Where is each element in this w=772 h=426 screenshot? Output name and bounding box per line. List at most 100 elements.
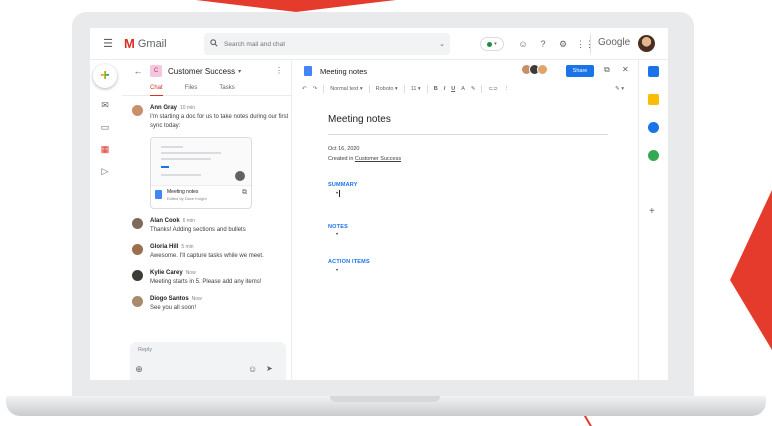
- underline-icon[interactable]: U: [451, 86, 455, 92]
- mail-icon[interactable]: ✉: [98, 100, 112, 112]
- edit-mode-icon[interactable]: ✎ ▾: [615, 86, 624, 92]
- style-select[interactable]: Normal text ▾: [330, 86, 362, 92]
- tab-files[interactable]: Files: [185, 82, 198, 96]
- emoji-icon[interactable]: ☺: [248, 364, 257, 374]
- room-name[interactable]: Customer Success: [168, 67, 235, 76]
- link-icon[interactable]: ⊂⊃: [488, 86, 497, 92]
- meet-icon[interactable]: ▷: [98, 166, 112, 178]
- message-author: Gloria Hill 5 min: [150, 244, 194, 250]
- doc-card-subtitle: Edited by Dave Knight: [167, 196, 207, 201]
- bullet-item: •: [336, 268, 339, 274]
- search-input[interactable]: [224, 40, 434, 48]
- back-arrow-icon[interactable]: ←: [130, 66, 146, 76]
- doc-toolbar: ↶ ↷ Normal text ▾ Roboto ▾ 11 ▾ B I U A …: [292, 82, 638, 96]
- google-logo: Google: [598, 37, 631, 48]
- doc-page[interactable]: Meeting notes Oct 16, 2020 Created in Cu…: [292, 96, 638, 380]
- search-icon[interactable]: [204, 39, 224, 49]
- tab-chat[interactable]: Chat: [150, 82, 163, 96]
- chat-tabs: Chat Files Tasks: [122, 82, 291, 96]
- room-link[interactable]: Customer Success: [355, 156, 401, 162]
- avatar: [537, 64, 548, 75]
- app-name: Gmail: [137, 37, 167, 50]
- collaborator-avatars[interactable]: [521, 64, 548, 75]
- highlight-icon[interactable]: ✎: [471, 86, 476, 92]
- docs-icon: [155, 190, 162, 199]
- left-rail: + ✉ ▭ ▦ ▷: [90, 60, 122, 380]
- add-addon-icon[interactable]: +: [649, 206, 655, 217]
- doc-card-footer: Meeting notes Edited by Dave Knight ⧉: [151, 186, 251, 204]
- doc-title[interactable]: Meeting notes: [320, 67, 367, 76]
- reply-composer[interactable]: Reply ⊕ ☺ ➤: [130, 342, 286, 380]
- share-button[interactable]: Share: [566, 65, 594, 77]
- chat-message: Alan Cook 6 min Thanks! Adding sections a…: [132, 218, 291, 235]
- bold-icon[interactable]: B: [434, 86, 438, 92]
- message-author: Diogo Santos Now: [150, 296, 202, 302]
- page-date: Oct 16, 2020: [328, 146, 360, 152]
- chevron-down-icon[interactable]: ▾: [238, 68, 241, 75]
- font-size-select[interactable]: 11 ▾: [411, 86, 421, 92]
- add-circle-icon[interactable]: ⊕: [134, 364, 144, 374]
- help-icon[interactable]: ?: [536, 37, 550, 51]
- chat-header: ← C Customer Success ▾ ⋮: [122, 60, 291, 82]
- bullet-item: •: [336, 232, 339, 238]
- compose-button[interactable]: +: [93, 64, 117, 88]
- gmail-logo[interactable]: M Gmail: [124, 36, 167, 51]
- text-color-icon[interactable]: A: [461, 86, 465, 92]
- status-dot-icon: [487, 41, 493, 47]
- divider: [328, 134, 608, 135]
- status-selector[interactable]: ▾: [480, 37, 504, 51]
- gmail-m-icon: M: [124, 36, 135, 51]
- message-text: Meeting starts in 5. Please add any item…: [150, 279, 262, 285]
- settings-icon[interactable]: ⚙: [556, 37, 570, 51]
- message-list: Ann Gray 10 min I'm starting a doc for us…: [122, 105, 291, 313]
- avatar: [132, 218, 143, 229]
- undo-icon[interactable]: ↶: [302, 86, 307, 92]
- side-panel: +: [638, 60, 668, 380]
- doc-panel: Meeting notes Share ⧉ ✕ ↶ ↷ Normal text …: [292, 60, 638, 380]
- message-time: Now: [185, 270, 196, 276]
- preview-icon[interactable]: [235, 171, 245, 181]
- chat-icon[interactable]: ▭: [98, 122, 112, 134]
- more-options-icon[interactable]: ⋮: [504, 86, 510, 92]
- search-bar[interactable]: ⌄: [204, 33, 450, 55]
- message-author: Alan Cook 6 min: [150, 218, 195, 224]
- decorative-top-shape: [196, 0, 396, 12]
- message-time: 6 min: [182, 218, 195, 224]
- doc-attachment-card[interactable]: Meeting notes Edited by Dave Knight ⧉: [150, 137, 252, 209]
- more-options-icon[interactable]: ⋮: [275, 66, 283, 75]
- chat-message: Diogo Santos Now See you all soon!: [132, 296, 291, 313]
- reply-placeholder[interactable]: Reply: [138, 347, 152, 353]
- section-action-items: ACTION ITEMS: [328, 259, 370, 265]
- send-icon[interactable]: ➤: [266, 364, 273, 373]
- docs-icon: [304, 66, 312, 76]
- calendar-icon[interactable]: [648, 66, 659, 77]
- contacts-icon[interactable]: [648, 150, 659, 161]
- avatar: [132, 296, 143, 307]
- message-text: I'm starting a doc for us to take notes …: [150, 114, 289, 129]
- status-icon[interactable]: ☺: [516, 37, 530, 51]
- menu-icon[interactable]: ☰: [96, 37, 120, 50]
- tasks-icon[interactable]: [648, 122, 659, 133]
- message-time: 10 min: [180, 105, 196, 111]
- redo-icon[interactable]: ↷: [313, 86, 318, 92]
- avatar: [132, 270, 143, 281]
- message-time: 5 min: [181, 244, 194, 250]
- apps-icon[interactable]: ⋮⋮: [576, 37, 594, 51]
- tab-tasks[interactable]: Tasks: [219, 82, 234, 96]
- text-cursor: [339, 190, 340, 197]
- search-options-icon[interactable]: ⌄: [434, 40, 450, 48]
- rooms-icon[interactable]: ▦: [98, 144, 112, 156]
- account-avatar[interactable]: [638, 35, 655, 52]
- chat-message: Gloria Hill 5 min Awesome. I'll capture t…: [132, 244, 291, 261]
- message-author: Kylie Carey Now: [150, 270, 196, 276]
- font-select[interactable]: Roboto ▾: [376, 86, 398, 92]
- close-icon[interactable]: ✕: [622, 65, 629, 74]
- keep-icon[interactable]: [648, 94, 659, 105]
- open-external-icon[interactable]: ⧉: [242, 189, 247, 197]
- open-external-icon[interactable]: ⧉: [604, 65, 610, 75]
- avatar: [132, 244, 143, 255]
- decorative-right-shape: [730, 190, 772, 350]
- divider: [590, 34, 591, 54]
- italic-icon[interactable]: I: [444, 86, 446, 92]
- laptop-notch: [330, 396, 440, 402]
